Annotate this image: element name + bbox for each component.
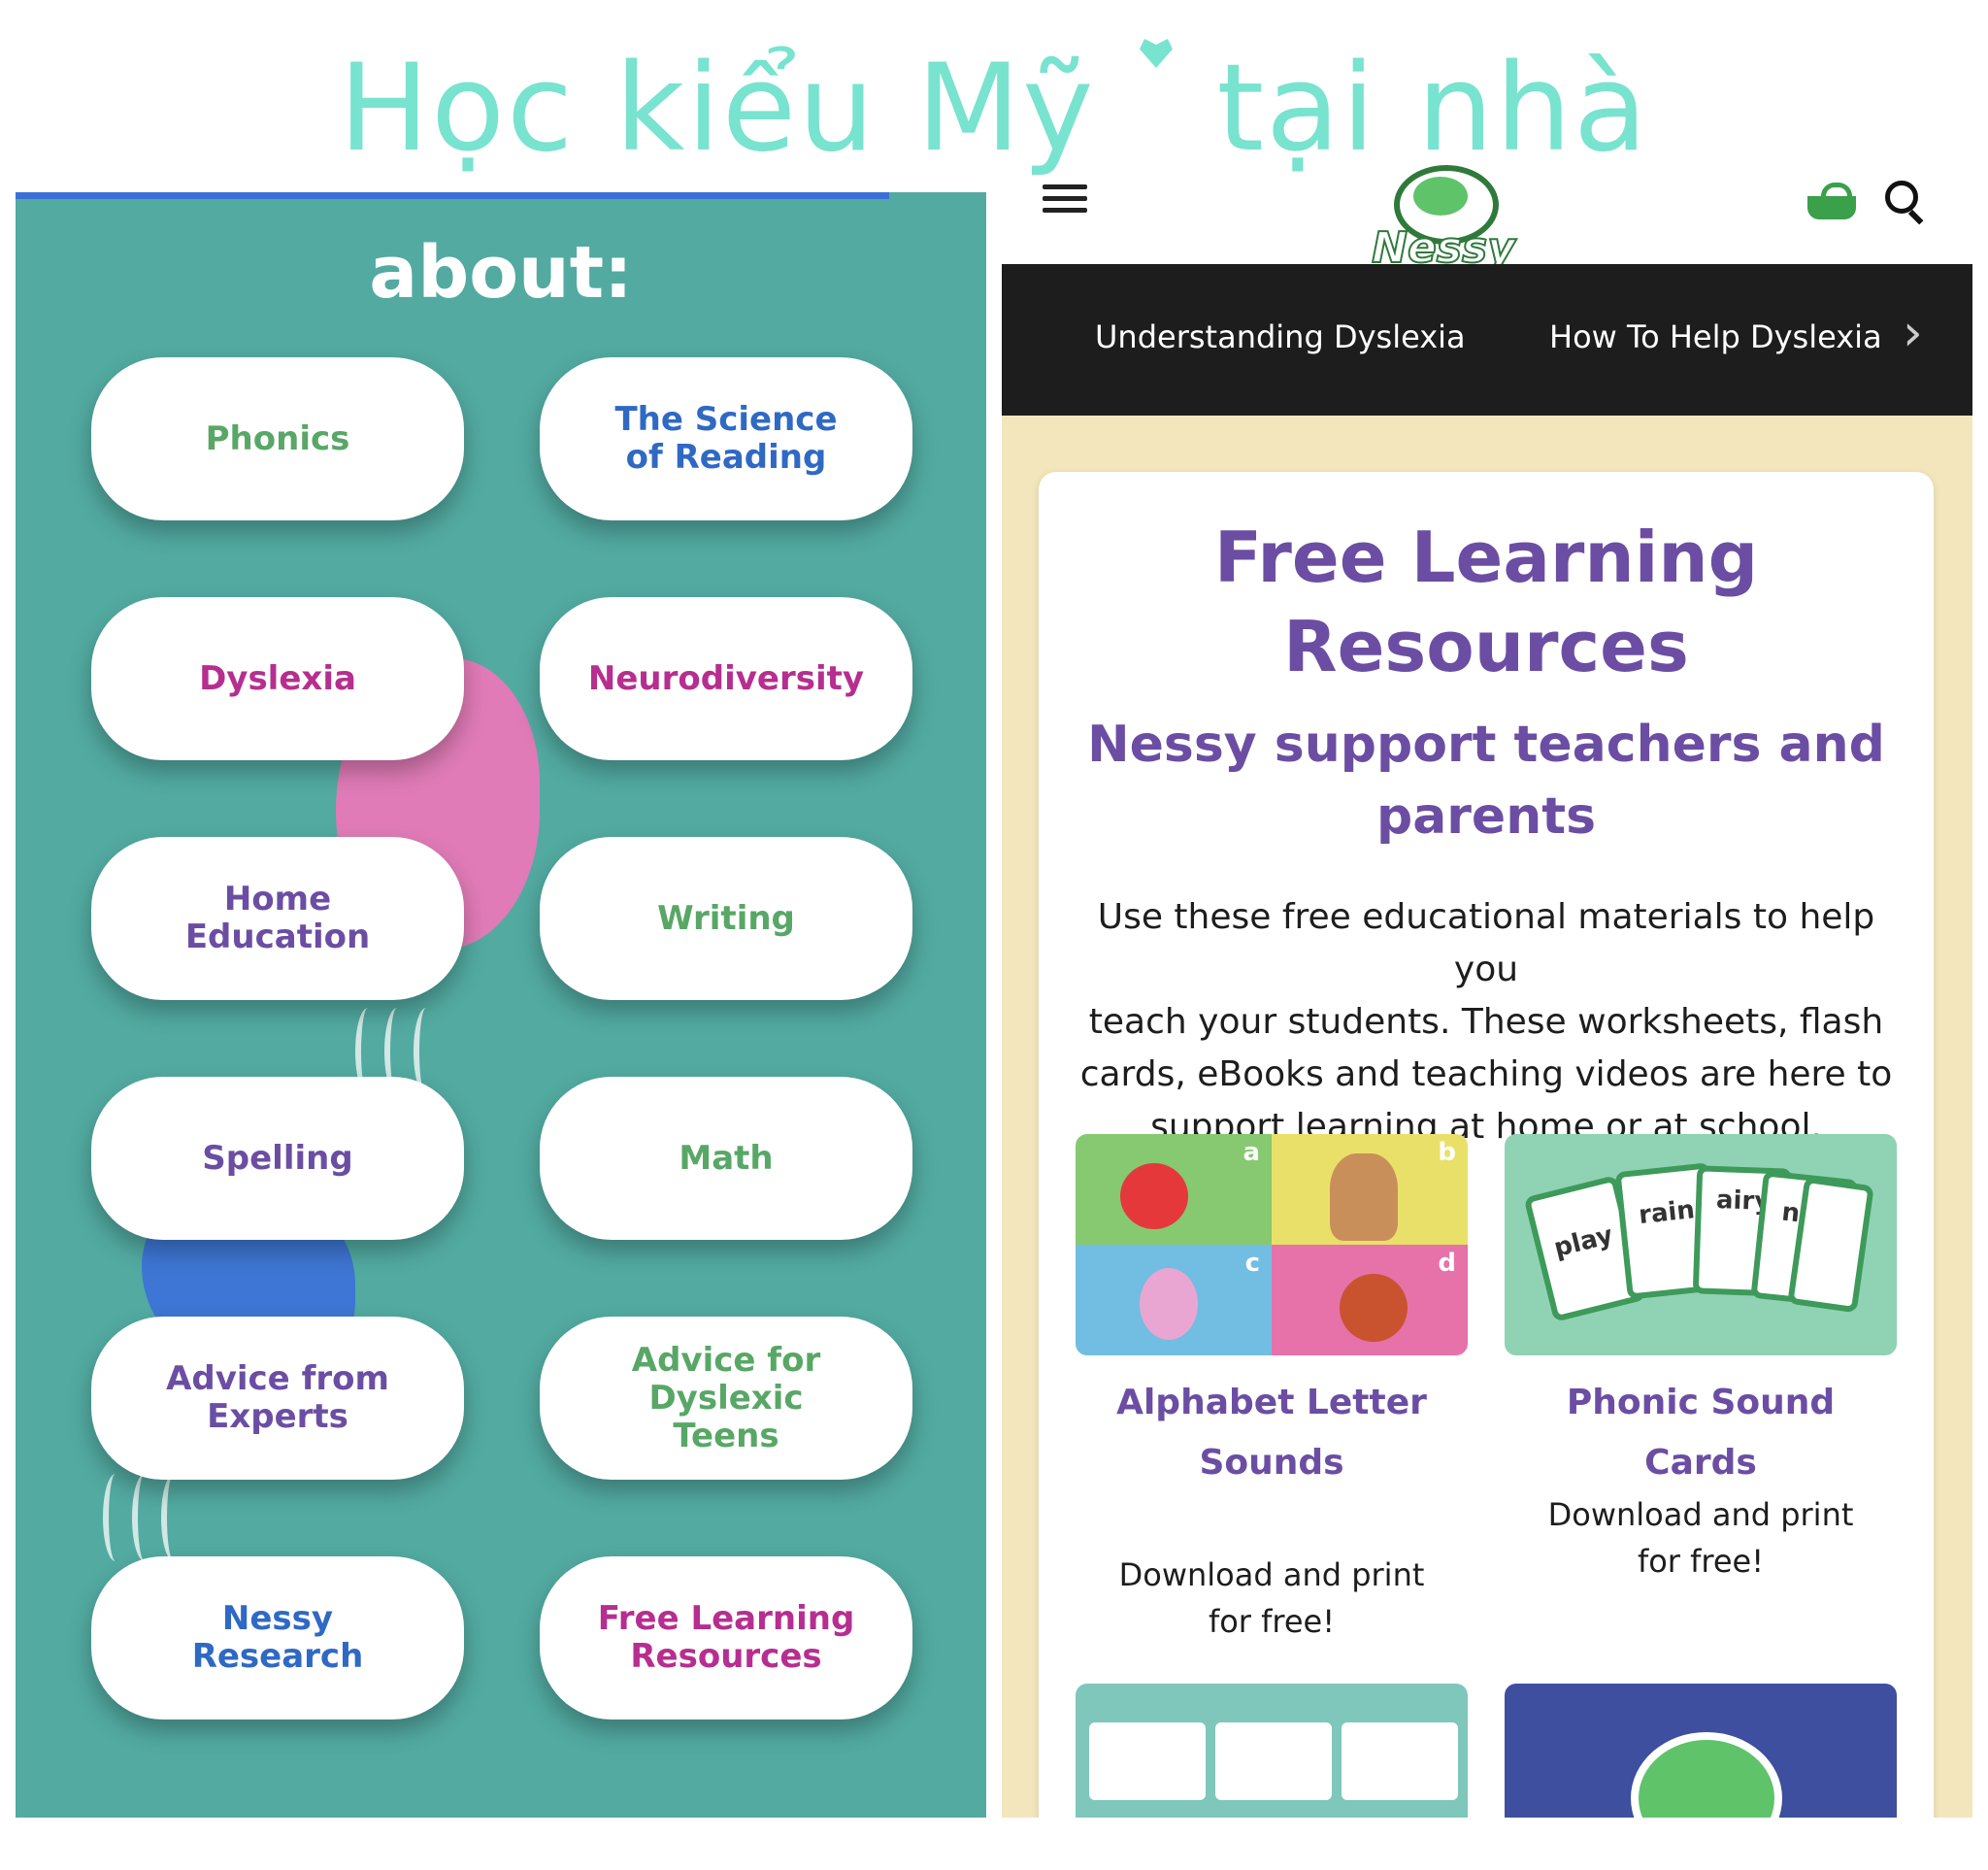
grid-picture-icon xyxy=(1342,1722,1458,1800)
resource-desc-line: for free! xyxy=(1637,1543,1765,1580)
page-subtitle: Nessy support teachers and parents xyxy=(1077,709,1895,852)
button-label: Dyslexic xyxy=(648,1378,804,1418)
decorative-wiggle xyxy=(132,1474,157,1561)
resource-title-line: Sounds xyxy=(1199,1443,1344,1483)
button-label: Teens xyxy=(673,1416,779,1455)
description-line: teach your students. These worksheets, f… xyxy=(1088,1002,1884,1042)
menu-button-dyslexia[interactable]: Dyslexia xyxy=(91,597,464,760)
button-label: Experts xyxy=(207,1397,348,1436)
menu-button-science-of-reading[interactable]: The Science of Reading xyxy=(540,357,912,520)
button-label: Advice for xyxy=(631,1340,821,1380)
progress-bar xyxy=(16,192,889,199)
title-line: Resources xyxy=(1283,606,1689,687)
button-label: Math xyxy=(679,1138,774,1178)
button-label: Research xyxy=(191,1637,364,1676)
cat-character-icon xyxy=(1140,1268,1198,1340)
menu-button-math[interactable]: Math xyxy=(540,1077,912,1240)
button-label: Advice from xyxy=(166,1359,389,1398)
page-description: Use these free educational materials to … xyxy=(1068,891,1905,1153)
button-label: Dyslexia xyxy=(199,658,356,698)
resource-desc-phonic-cards: Download and print for free! xyxy=(1505,1491,1897,1585)
menu-button-home-education[interactable]: Home Education xyxy=(91,837,464,1000)
quad-letter: d xyxy=(1438,1249,1456,1278)
resource-title-line: Alphabet Letter xyxy=(1116,1383,1427,1422)
button-label: Writing xyxy=(657,898,795,938)
baseball-player-icon xyxy=(1330,1153,1398,1241)
resource-desc-line: Download and print xyxy=(1118,1556,1425,1593)
banner-title: Học kiểu Mỹ tại nhà xyxy=(0,39,1988,179)
quad-letter: c xyxy=(1244,1249,1260,1278)
basket-icon[interactable] xyxy=(1807,183,1856,219)
button-label: Phonics xyxy=(205,418,350,458)
content-card: Free Learning Resources Nessy support te… xyxy=(1039,472,1934,1818)
grid-picture-icon xyxy=(1089,1722,1206,1800)
quadrant-a: a xyxy=(1076,1134,1272,1245)
logo-face-shape xyxy=(1413,177,1468,216)
description-line: Use these free educational materials to … xyxy=(1097,897,1875,989)
resource-title-phonic-cards[interactable]: Phonic Sound Cards xyxy=(1505,1373,1897,1493)
phonic-cards-thumbnail[interactable]: play rain airy nch xyxy=(1505,1134,1897,1355)
quadrant-c: c xyxy=(1076,1245,1272,1355)
nessy-face-icon xyxy=(1631,1732,1782,1818)
menu-button-writing[interactable]: Writing xyxy=(540,837,912,1000)
menu-button-free-learning-resources[interactable]: Free Learning Resources xyxy=(540,1556,912,1720)
decorative-wiggle xyxy=(161,1474,186,1561)
drummer-character-icon xyxy=(1340,1274,1408,1342)
quadrant-d: d xyxy=(1272,1245,1468,1355)
button-label: Resources xyxy=(630,1637,822,1676)
left-menu-screen: about: Phonics The Science of Reading Dys… xyxy=(16,192,986,1818)
quad-letter: a xyxy=(1242,1138,1260,1167)
menu-button-neurodiversity[interactable]: Neurodiversity xyxy=(540,597,912,760)
menu-button-advice-for-dyslexic-teens[interactable]: Advice for Dyslexic Teens xyxy=(540,1317,912,1480)
menu-button-phonics[interactable]: Phonics xyxy=(91,357,464,520)
button-label: Spelling xyxy=(202,1138,353,1178)
button-label: of Reading xyxy=(625,438,827,477)
quad-letter: b xyxy=(1438,1138,1456,1167)
button-label: Education xyxy=(184,918,371,956)
subtitle-line: Nessy support teachers and xyxy=(1087,716,1885,774)
button-label: Nessy xyxy=(221,1599,334,1638)
banner-text-part2: tại nhà xyxy=(1216,39,1650,179)
resource-title-alphabet[interactable]: Alphabet Letter Sounds xyxy=(1076,1373,1468,1493)
menu-button-spelling[interactable]: Spelling xyxy=(91,1077,464,1240)
nav-item-how-to-help-dyslexia[interactable]: How To Help Dyslexia xyxy=(1549,318,1882,355)
search-icon[interactable] xyxy=(1885,181,1926,225)
subtitle-line: parents xyxy=(1375,787,1597,846)
hamburger-icon[interactable] xyxy=(1043,184,1087,214)
nav-bar: Understanding Dyslexia How To Help Dysle… xyxy=(1002,264,1972,416)
description-line: cards, eBooks and teaching videos are he… xyxy=(1079,1054,1893,1094)
menu-button-nessy-research[interactable]: Nessy Research xyxy=(91,1556,464,1720)
button-label: Home xyxy=(223,880,332,918)
about-heading: about: xyxy=(369,231,633,315)
card-word: play xyxy=(1550,1220,1616,1264)
button-label: The Science xyxy=(614,400,838,439)
grid-picture-icon xyxy=(1215,1722,1332,1800)
resource-thumbnail-3[interactable] xyxy=(1076,1684,1468,1818)
button-label: Neurodiversity xyxy=(587,658,865,698)
quadrant-b: b xyxy=(1272,1134,1468,1245)
decorative-wiggle xyxy=(103,1474,128,1561)
banner-text-part1: Học kiểu Mỹ xyxy=(338,39,1096,179)
alphabet-sounds-thumbnail[interactable]: a b c d xyxy=(1076,1134,1468,1355)
button-label: Free Learning xyxy=(597,1599,855,1638)
resource-thumbnail-4[interactable] xyxy=(1505,1684,1897,1818)
resource-desc-alphabet: Download and print for free! xyxy=(1076,1552,1468,1645)
apple-icon xyxy=(1120,1163,1188,1229)
resource-desc-line: for free! xyxy=(1208,1603,1336,1640)
menu-button-advice-from-experts[interactable]: Advice from Experts xyxy=(91,1317,464,1480)
page-title: Free Learning Resources xyxy=(1039,513,1934,691)
nessy-logo[interactable]: Nessy xyxy=(1371,165,1516,274)
title-line: Free Learning xyxy=(1213,517,1759,598)
nav-item-understanding-dyslexia[interactable]: Understanding Dyslexia xyxy=(1095,318,1466,355)
resource-desc-line: Download and print xyxy=(1547,1496,1854,1533)
heart-icon xyxy=(1139,39,1173,68)
chevron-right-icon[interactable]: › xyxy=(1903,308,1932,358)
right-web-screen: Nessy Understanding Dyslexia How To Help… xyxy=(1002,146,1972,1818)
